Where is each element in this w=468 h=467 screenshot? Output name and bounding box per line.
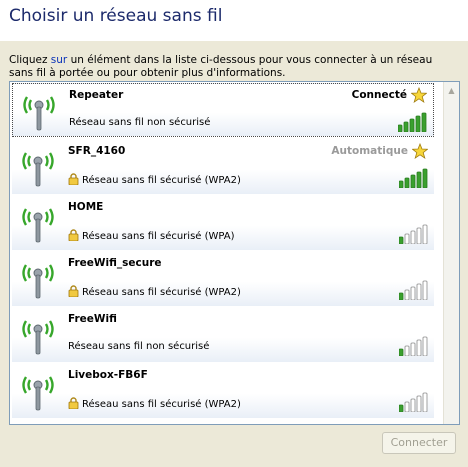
- wireless-antenna-icon: [21, 92, 57, 132]
- header: Choisir un réseau sans fil: [0, 0, 468, 41]
- network-item[interactable]: HOME Réseau sans fil sécurisé (WPA): [12, 196, 434, 250]
- network-security-label: Réseau sans fil sécurisé (WPA2): [82, 175, 241, 186]
- wireless-antenna-icon: [20, 372, 56, 412]
- network-security-label: Réseau sans fil non sécurisé: [68, 341, 210, 352]
- lock-icon: [68, 285, 79, 298]
- signal-strength-icon: [398, 168, 429, 189]
- connect-button[interactable]: Connecter: [382, 432, 456, 454]
- network-name: FreeWifi: [68, 313, 117, 325]
- network-security: Réseau sans fil non sécurisé: [69, 117, 210, 128]
- network-item[interactable]: Repeater Connecté Réseau sans fil non sécu…: [12, 83, 434, 137]
- network-name: FreeWifi_secure: [68, 257, 162, 269]
- instructions-prefix: Cliquez: [9, 54, 51, 66]
- signal-strength-icon: [398, 336, 429, 357]
- signal-strength-icon: [398, 392, 429, 413]
- wireless-antenna-icon: [20, 316, 56, 356]
- network-list[interactable]: ▲ Repeater Connecté Réseau sans fil non sé…: [9, 81, 460, 425]
- wireless-antenna-icon: [20, 260, 56, 300]
- signal-strength-icon: [398, 280, 429, 301]
- network-security: Réseau sans fil non sécurisé: [68, 341, 209, 352]
- network-item[interactable]: FreeWifi Réseau sans fil non sécurisé: [12, 308, 434, 362]
- network-item[interactable]: Livebox-FB6F Réseau sans fil sécurisé (WP…: [12, 364, 434, 418]
- network-security: Réseau sans fil sécurisé (WPA2): [68, 173, 241, 186]
- instructions-link[interactable]: sur: [51, 54, 67, 66]
- network-status: Automatique: [331, 145, 408, 157]
- network-security: Réseau sans fil sécurisé (WPA2): [68, 285, 241, 298]
- lock-icon: [68, 229, 79, 242]
- network-name: Livebox-FB6F: [68, 369, 148, 381]
- network-name: SFR_4160: [68, 145, 126, 157]
- network-name: Repeater: [69, 89, 124, 101]
- network-security: Réseau sans fil sécurisé (WPA2): [68, 397, 241, 410]
- scroll-up-arrow-icon[interactable]: ▲: [445, 83, 458, 98]
- network-security-label: Réseau sans fil sécurisé (WPA2): [82, 287, 241, 298]
- page-title: Choisir un réseau sans fil: [9, 6, 223, 26]
- wireless-antenna-icon: [20, 148, 56, 188]
- instructions-suffix: un élément dans la liste ci-dessous pour…: [9, 54, 433, 79]
- signal-strength-icon: [397, 112, 428, 133]
- network-security: Réseau sans fil sécurisé (WPA): [68, 229, 235, 242]
- signal-strength-icon: [398, 224, 429, 245]
- instructions-text: Cliquez sur un élément dans la liste ci-…: [9, 54, 459, 80]
- lock-icon: [68, 173, 79, 186]
- network-status: Connecté: [351, 89, 407, 101]
- wireless-antenna-icon: [20, 204, 56, 244]
- network-item[interactable]: SFR_4160 Automatique Réseau sans fil sécur…: [12, 140, 434, 194]
- network-item[interactable]: FreeWifi_secure Réseau sans fil sécurisé …: [12, 252, 434, 306]
- network-security-label: Réseau sans fil sécurisé (WPA): [82, 231, 235, 242]
- preferred-star-icon: [411, 142, 429, 159]
- lock-icon: [68, 397, 79, 410]
- vertical-scrollbar[interactable]: ▲: [443, 82, 459, 424]
- network-name: HOME: [68, 201, 104, 213]
- network-security-label: Réseau sans fil non sécurisé: [69, 117, 211, 128]
- preferred-star-icon: [410, 86, 428, 103]
- network-security-label: Réseau sans fil sécurisé (WPA2): [82, 399, 241, 410]
